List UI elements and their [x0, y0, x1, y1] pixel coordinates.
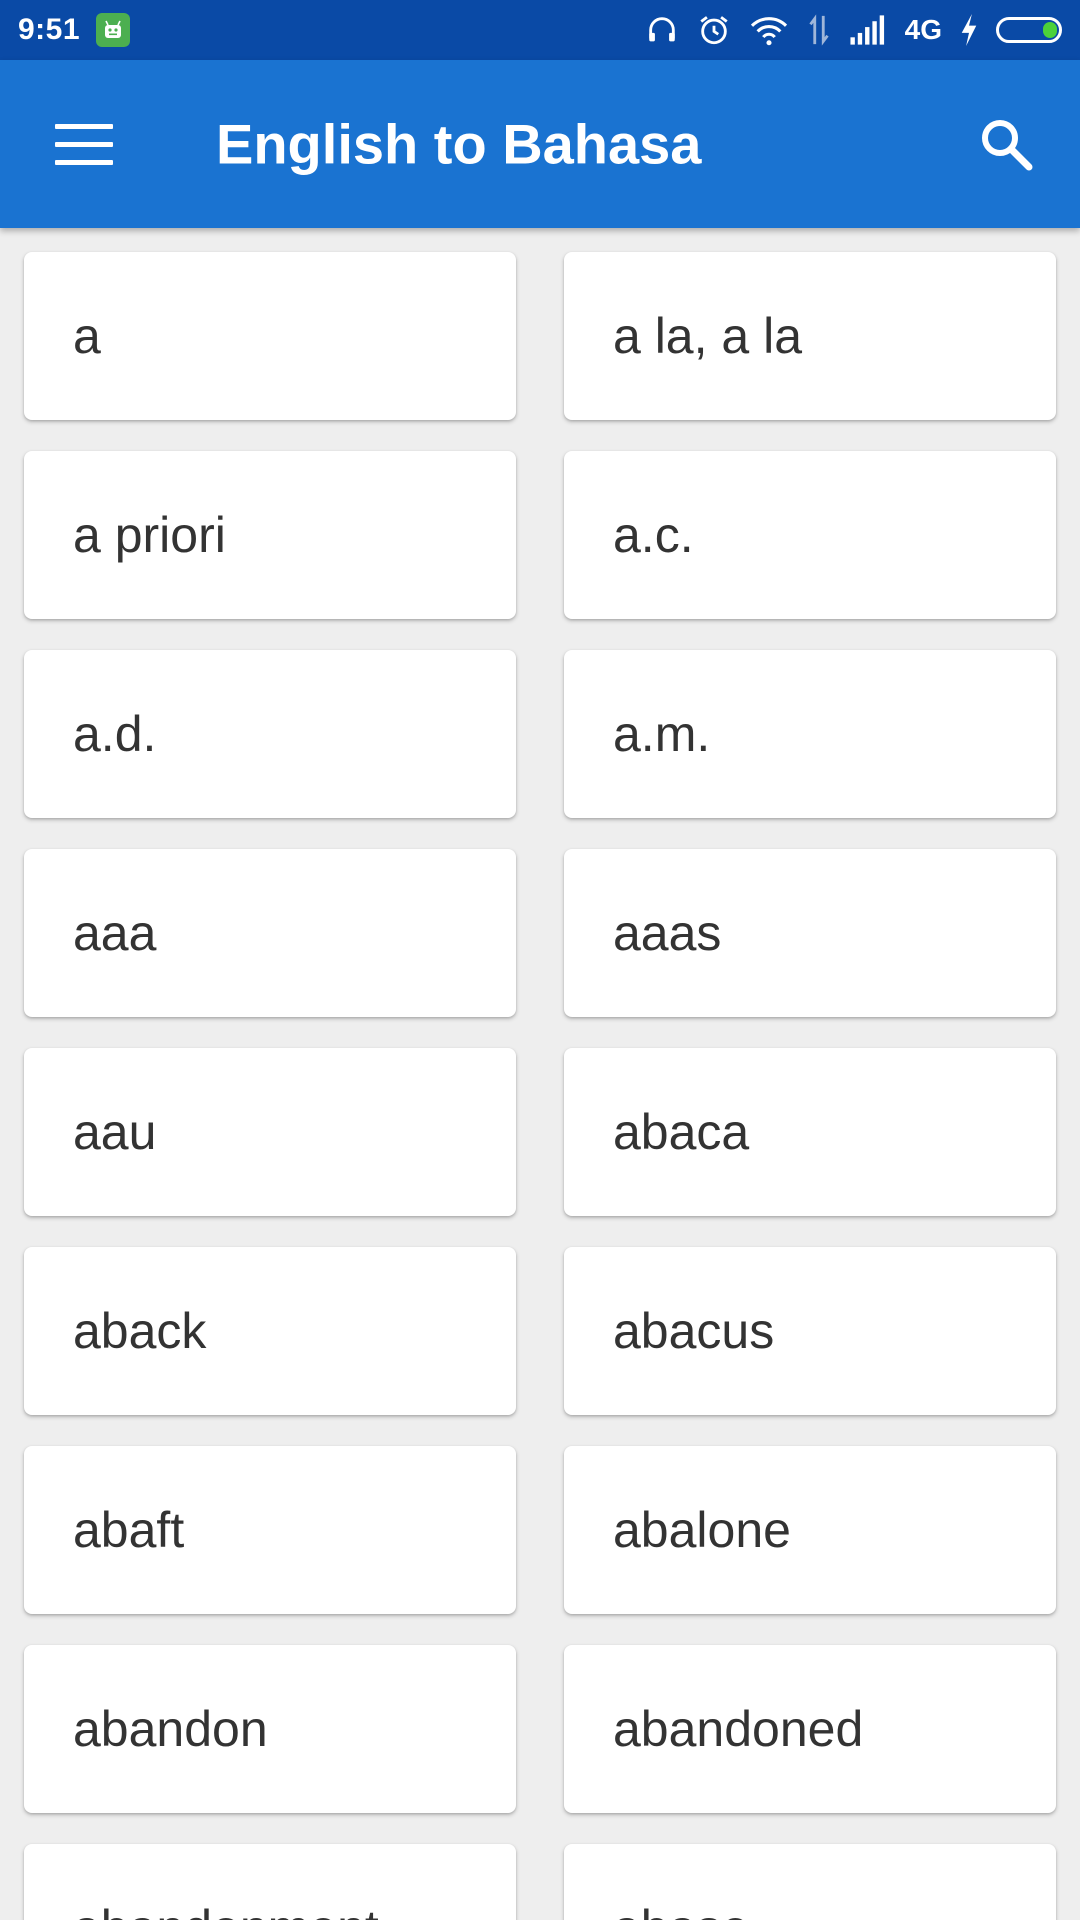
- data-transfer-icon: [807, 13, 831, 47]
- word-card[interactable]: abacus: [564, 1247, 1056, 1415]
- word-card[interactable]: aau: [24, 1048, 516, 1216]
- word-card[interactable]: a la, a la: [564, 252, 1056, 420]
- wifi-icon: [749, 13, 789, 47]
- word-card[interactable]: abandonment: [24, 1844, 516, 1920]
- word-card[interactable]: a.d.: [24, 650, 516, 818]
- hamburger-menu-icon: [55, 124, 113, 165]
- search-icon: [982, 120, 1033, 171]
- word-card[interactable]: abandoned: [564, 1645, 1056, 1813]
- signal-icon: [849, 15, 887, 45]
- word-card[interactable]: a: [24, 252, 516, 420]
- word-card[interactable]: abaft: [24, 1446, 516, 1614]
- status-bar: 9:51 4G: [0, 0, 1080, 60]
- word-card[interactable]: abalone: [564, 1446, 1056, 1614]
- battery-level: [1043, 22, 1057, 38]
- charging-bolt-icon: [960, 14, 978, 46]
- word-card[interactable]: abaca: [564, 1048, 1056, 1216]
- battery-icon: [996, 17, 1062, 43]
- word-card[interactable]: abase: [564, 1844, 1056, 1920]
- word-card[interactable]: abandon: [24, 1645, 516, 1813]
- app-bar: English to Bahasa: [0, 60, 1080, 228]
- android-icon: [96, 13, 131, 47]
- word-card[interactable]: a.m.: [564, 650, 1056, 818]
- status-time: 9:51: [18, 13, 81, 46]
- word-card[interactable]: aaa: [24, 849, 516, 1017]
- network-type-label: 4G: [904, 14, 942, 45]
- search-button[interactable]: [962, 100, 1050, 188]
- headphones-icon: [645, 13, 679, 47]
- word-card[interactable]: aaas: [564, 849, 1056, 1017]
- word-card[interactable]: aback: [24, 1247, 516, 1415]
- word-grid: a a la, a la a priori a.c. a.d. a.m. aaa aaas aa…: [0, 228, 1080, 1920]
- word-card[interactable]: a.c.: [564, 451, 1056, 619]
- page-title: English to Bahasa: [216, 112, 702, 176]
- menu-button[interactable]: [40, 100, 128, 188]
- alarm-icon: [697, 13, 731, 47]
- word-card[interactable]: a priori: [24, 451, 516, 619]
